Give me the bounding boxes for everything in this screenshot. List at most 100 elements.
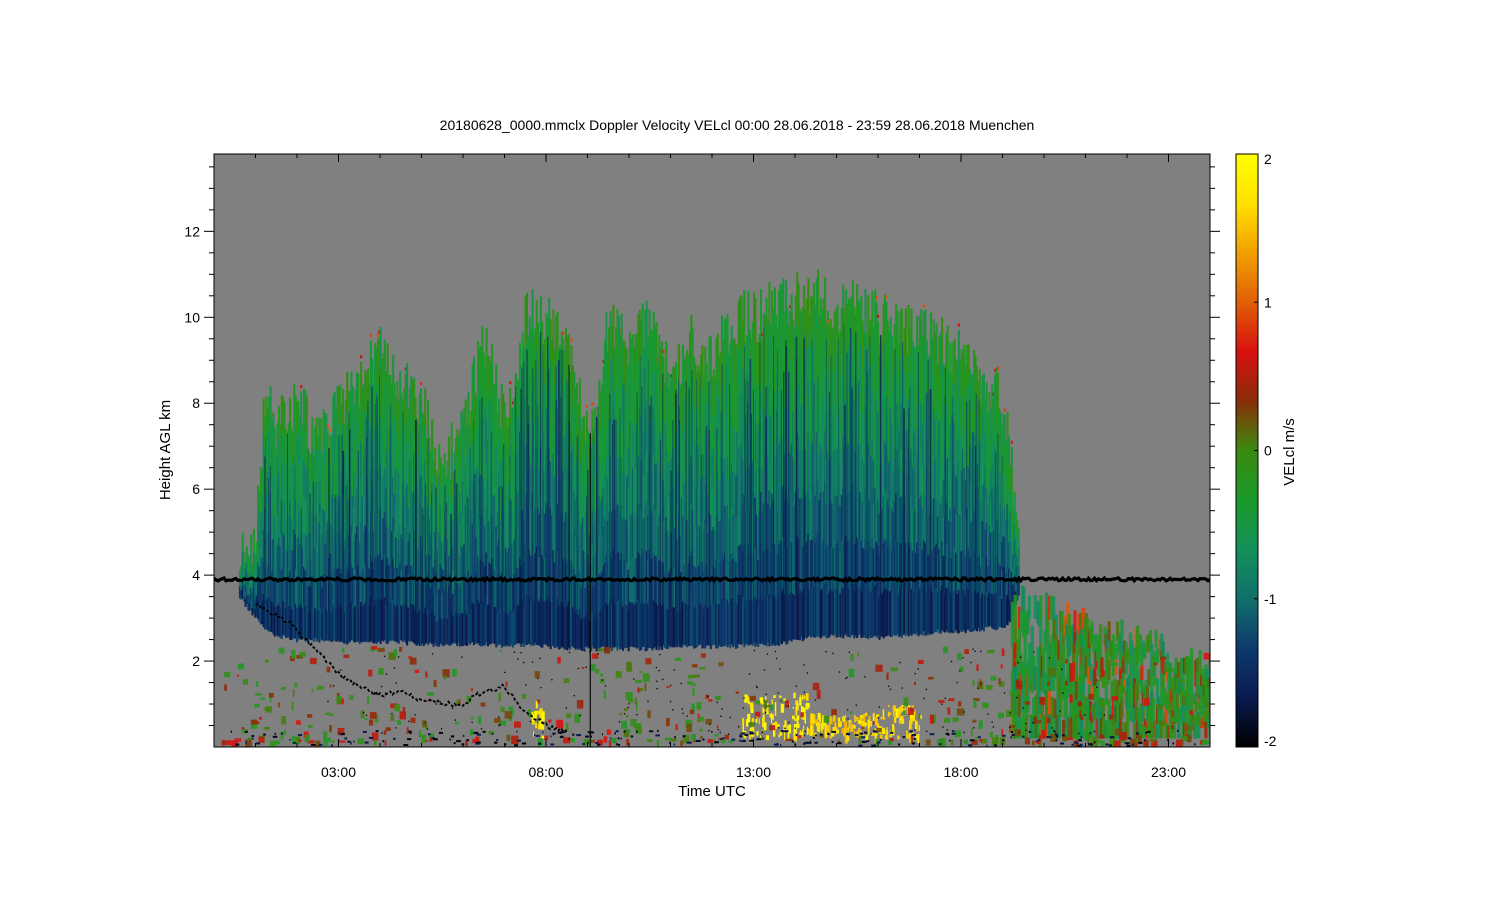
fall-streak (587, 469, 589, 649)
velocity-cell (904, 308, 907, 356)
updraft-cell (792, 706, 794, 709)
fall-streak (537, 403, 538, 646)
velocity-cell (289, 397, 292, 433)
precip-cell (1150, 675, 1154, 692)
velocity-cell (252, 540, 255, 554)
velocity-cell (1017, 527, 1020, 539)
updraft-cell (749, 702, 754, 709)
fall-streak (453, 469, 456, 644)
fall-streak (596, 417, 598, 649)
fall-streak (951, 397, 953, 631)
fall-streak (997, 433, 999, 628)
updraft-cell (829, 735, 832, 739)
updraft-cell (756, 731, 759, 736)
fall-streak (342, 493, 344, 642)
updraft-cell (902, 715, 904, 719)
fall-streak (431, 492, 433, 644)
velocity-cell (326, 424, 329, 428)
updraft-cell (908, 720, 912, 729)
velocity-cell (531, 289, 534, 341)
velocity-cell (250, 534, 253, 546)
fall-streak (675, 389, 677, 647)
updraft-cell (882, 729, 886, 735)
precip-cell (1114, 643, 1118, 660)
updraft-cell (799, 730, 802, 734)
fall-streak (929, 388, 932, 633)
updraft-cell (805, 704, 809, 710)
precip-cell (1039, 595, 1043, 620)
fall-streak (309, 493, 311, 640)
updraft-cell (846, 736, 850, 742)
fall-streak (898, 432, 900, 636)
updraft-cell (787, 725, 790, 731)
precip-cell (1194, 699, 1198, 713)
velocity-cell (946, 325, 949, 371)
precip-cell (1013, 642, 1017, 667)
fall-streak (639, 355, 641, 649)
fall-streak (994, 451, 997, 628)
velocity-cell (824, 276, 827, 329)
fall-streak (609, 393, 611, 649)
updraft-cell (867, 719, 871, 729)
updraft-cell (777, 723, 780, 727)
velocity-cell (1017, 556, 1020, 567)
velocity-cell (709, 335, 712, 382)
velocity-cell (525, 292, 528, 344)
precip-cell (1073, 610, 1077, 632)
fall-streak (576, 436, 578, 649)
updraft-cell (763, 722, 767, 731)
fall-streak (708, 430, 710, 647)
updraft-cell (793, 692, 796, 699)
fall-streak (696, 426, 698, 647)
velocity-cell (1017, 537, 1020, 548)
precip-cell (1190, 678, 1194, 694)
updraft-cell (908, 733, 911, 737)
precip-cell (1052, 596, 1056, 621)
fall-streak (902, 341, 904, 635)
fall-streak (473, 474, 476, 644)
precip-cell (1190, 693, 1194, 709)
fall-streak (592, 433, 594, 649)
fall-streak (966, 401, 968, 631)
fall-streak (535, 360, 537, 645)
precip-cell (1192, 715, 1197, 727)
fall-streak (490, 433, 492, 645)
precip-cell (1019, 610, 1023, 632)
updraft-cell (803, 695, 806, 700)
velocity-cell (585, 404, 588, 408)
fall-streak (268, 478, 270, 630)
fall-streak (690, 370, 693, 647)
fall-streak (780, 390, 782, 643)
fall-streak (649, 406, 651, 649)
precip-cell (1198, 650, 1202, 665)
fall-streak (424, 483, 427, 644)
fall-streak (699, 374, 701, 647)
updraft-cell (780, 703, 785, 713)
updraft-cell (755, 715, 758, 723)
fall-streak (864, 405, 866, 637)
velocity-cell (406, 363, 409, 404)
chart-title: 20180628_0000.mmclx Doppler Velocity VEL… (440, 117, 1035, 133)
velocity-chart: 20180628_0000.mmclx Doppler Velocity VEL… (157, 117, 1298, 800)
fall-streak (849, 357, 851, 636)
velocity-cell (743, 290, 746, 342)
precip-cell (1023, 637, 1027, 663)
velocity-cell (1013, 491, 1016, 509)
precip-cell (1107, 660, 1111, 680)
velocity-cell (1010, 440, 1013, 444)
precip-cell (1155, 723, 1160, 739)
fall-streak (759, 342, 761, 644)
precip-cell (1111, 717, 1116, 739)
updraft-cell (784, 720, 787, 729)
precip-cell (1047, 690, 1051, 715)
precip-cell (1195, 671, 1199, 685)
precip-cell (1030, 625, 1034, 649)
updraft-cell (864, 712, 868, 717)
updraft-cell (799, 697, 802, 706)
precip-cell (1017, 694, 1022, 717)
fall-streak (672, 420, 674, 647)
fall-streak (701, 454, 703, 647)
precip-cell (1134, 701, 1138, 720)
updraft-cell (897, 735, 900, 740)
fall-streak (520, 388, 522, 645)
